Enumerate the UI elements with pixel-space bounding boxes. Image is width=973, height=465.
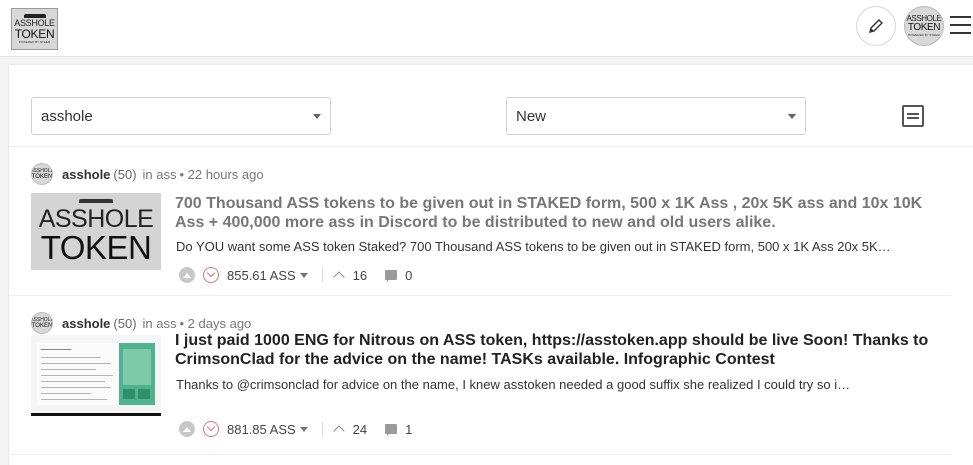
vote-count[interactable]: 24 bbox=[353, 422, 367, 437]
downvote-button[interactable] bbox=[203, 421, 219, 437]
tag-select-value: asshole bbox=[41, 107, 93, 125]
author-reputation: (50) bbox=[113, 166, 137, 182]
payout-dropdown-icon[interactable] bbox=[299, 426, 308, 432]
comment-icon[interactable] bbox=[385, 270, 398, 282]
post-payout[interactable]: 881.85 ASS bbox=[227, 422, 296, 437]
post-excerpt[interactable]: Do YOU want some ASS token Staked? 700 T… bbox=[176, 239, 946, 254]
post-payout[interactable]: 855.61 ASS bbox=[227, 268, 296, 283]
upvote-button[interactable] bbox=[179, 267, 195, 283]
payout-dropdown-icon[interactable] bbox=[299, 272, 308, 278]
comment-count[interactable]: 1 bbox=[405, 422, 412, 437]
thumbnail-line-2: TOKEN bbox=[40, 229, 152, 266]
post-meta: ASSHOLE TOKEN asshole (50) in ass • 22 h… bbox=[31, 163, 264, 185]
thumbnail-screenshot bbox=[37, 343, 119, 405]
user-avatar[interactable]: ASSHOLE TOKEN POWERED BY STEEM bbox=[904, 6, 944, 46]
post-item: ASSHOLE TOKEN asshole (50) in ass • 2 da… bbox=[9, 297, 951, 455]
post-footer: 881.85 ASS 24 1 bbox=[179, 419, 412, 439]
write-post-button[interactable] bbox=[856, 6, 896, 46]
comment-icon[interactable] bbox=[385, 424, 398, 436]
author-reputation: (50) bbox=[113, 315, 137, 331]
post-thumbnail[interactable]: ASSHOLE TOKEN bbox=[31, 193, 161, 270]
votes-chevron-icon bbox=[333, 271, 345, 283]
post-time[interactable]: • 22 hours ago bbox=[180, 167, 264, 182]
tag-select[interactable]: asshole bbox=[31, 97, 331, 135]
site-logo[interactable]: ASSHOLE TOKEN POWERED BY STEEM bbox=[11, 8, 58, 50]
avatar-line-2: TOKEN bbox=[907, 22, 941, 33]
ship-icon bbox=[79, 199, 113, 203]
post-title[interactable]: I just paid 1000 ENG for Nitrous on ASS … bbox=[175, 331, 945, 369]
post-time[interactable]: • 2 days ago bbox=[180, 316, 252, 331]
logo-line-2: TOKEN bbox=[14, 27, 55, 41]
upvote-icon bbox=[183, 272, 191, 278]
post-excerpt[interactable]: Thanks to @crimsonclad for advice on the… bbox=[176, 377, 946, 392]
chevron-down-icon bbox=[313, 114, 321, 119]
author-avatar-line-2: TOKEN bbox=[31, 322, 53, 329]
logo-line-3: POWERED BY STEEM bbox=[18, 40, 51, 44]
author-avatar-line-2: TOKEN bbox=[31, 173, 53, 180]
hamburger-icon[interactable] bbox=[950, 16, 971, 34]
upvote-icon bbox=[183, 426, 191, 432]
thumbnail-green-panel bbox=[119, 343, 155, 405]
post-item: ASSHOLE TOKEN asshole (50) in ass • 22 h… bbox=[9, 148, 951, 296]
upvote-button[interactable] bbox=[179, 421, 195, 437]
post-thumbnail[interactable] bbox=[31, 335, 161, 416]
post-category[interactable]: in ass bbox=[143, 167, 177, 182]
downvote-icon bbox=[206, 422, 216, 432]
downvote-icon bbox=[206, 268, 216, 278]
divider bbox=[321, 422, 323, 436]
pencil-icon bbox=[869, 19, 883, 33]
post-category[interactable]: in ass bbox=[143, 316, 177, 331]
top-header: ASSHOLE TOKEN POWERED BY STEEM ASSHOLE T… bbox=[0, 0, 973, 57]
vote-count[interactable]: 16 bbox=[353, 268, 367, 283]
chevron-down-icon bbox=[788, 114, 796, 119]
sort-select-value: New bbox=[516, 107, 547, 125]
feed-panel: asshole New ASSHOLE TOKEN asshole (50) i… bbox=[8, 64, 973, 465]
comment-count[interactable]: 0 bbox=[405, 268, 412, 283]
avatar-line-3: POWERED BY STEEM bbox=[908, 33, 940, 37]
divider bbox=[321, 268, 323, 282]
post-footer: 855.61 ASS 16 0 bbox=[179, 265, 412, 285]
layout-toggle-icon[interactable] bbox=[902, 105, 924, 127]
author-avatar[interactable]: ASSHOLE TOKEN bbox=[31, 163, 53, 185]
filter-bar: asshole New bbox=[9, 65, 973, 147]
author-avatar[interactable]: ASSHOLE TOKEN bbox=[31, 312, 53, 334]
author-name[interactable]: asshole bbox=[62, 167, 110, 182]
post-title[interactable]: 700 Thousand ASS tokens to be given out … bbox=[175, 194, 945, 232]
votes-chevron-icon bbox=[333, 425, 345, 437]
author-name[interactable]: asshole bbox=[62, 316, 110, 331]
downvote-button[interactable] bbox=[203, 267, 219, 283]
sort-select[interactable]: New bbox=[506, 97, 806, 135]
